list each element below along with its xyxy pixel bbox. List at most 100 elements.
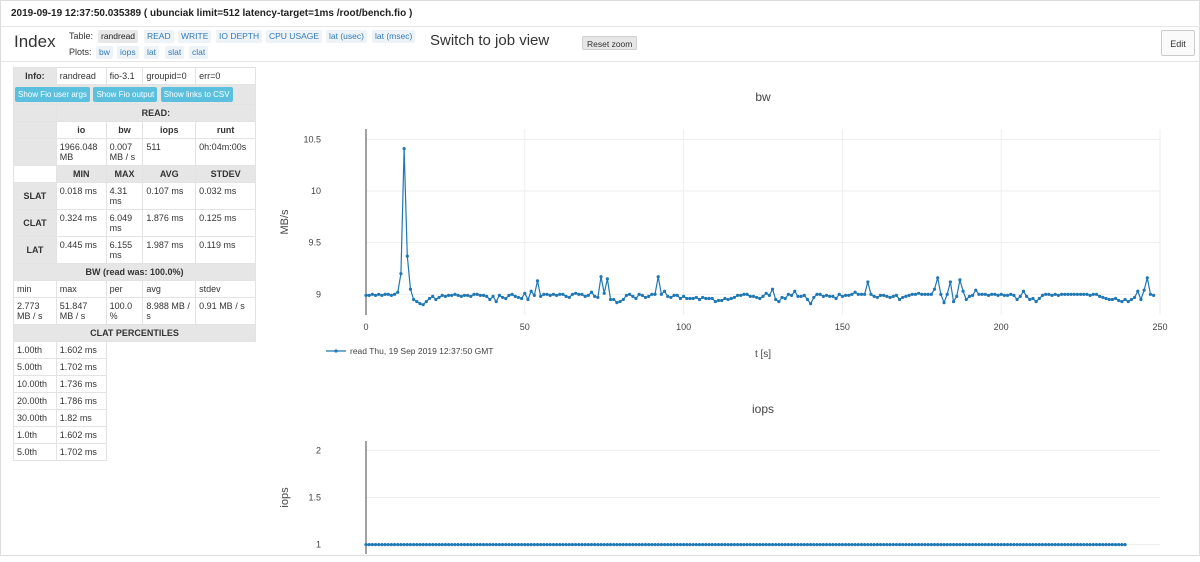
data-point [605,277,609,281]
data-point [554,542,559,547]
data-point [1091,292,1095,296]
data-point [669,542,673,547]
data-point [621,542,625,547]
table-tab-write[interactable]: WRITE [178,30,212,43]
data-point [373,293,378,297]
clat-percentiles-title: CLAT PERCENTILES [13,324,256,342]
read-value: 0h:04m:00s [195,138,256,166]
data-point [882,293,886,297]
data-point [542,542,546,547]
data-point [488,542,492,547]
data-point [437,542,441,547]
data-point [653,292,657,296]
data-point [1075,542,1080,547]
data-point [678,542,683,547]
data-point [885,294,889,298]
data-point [631,542,635,547]
data-point [920,292,924,296]
data-point [1066,542,1070,547]
data-point [694,295,698,300]
table-tab-lat-usec[interactable]: lat (usec) [326,30,367,43]
percentile-row: 1.0th 1.602 ms [13,426,256,444]
data-point [491,542,495,547]
info-button-row: Show Fio user args Show Fio output Show … [13,84,256,105]
data-point [586,293,590,297]
table-label: Table: [69,31,94,41]
info-table: Info: randread fio-3.1 groupid=0 err=0 S… [13,67,257,461]
data-point [907,542,911,547]
data-point [1063,542,1067,547]
show-fio-output-button[interactable]: Show Fio output [93,87,158,102]
data-point [491,294,495,298]
data-point [535,279,540,283]
data-point [897,542,902,547]
data-point [863,542,867,547]
clat-percentiles-body: 1.00th 1.602 ms 5.00th 1.702 ms 10.00th 1.736… [13,341,256,461]
table-tab-randread[interactable]: randread [98,30,139,43]
data-point [367,542,371,547]
show-fio-user-args-button[interactable]: Show Fio user args [15,87,90,102]
data-point [1139,297,1143,302]
data-point [383,292,387,296]
data-point [955,542,959,547]
plot-link-slat[interactable]: slat [165,46,185,59]
data-point [373,542,378,547]
data-point [647,294,651,298]
data-point [453,542,457,547]
data-point [996,542,1000,547]
edit-button[interactable]: Edit [1161,30,1195,56]
data-point [894,293,898,297]
y-tick-label: 2 [316,445,321,455]
data-point [377,542,381,547]
lat-cell: 0.125 ms [195,209,256,237]
data-point [1123,542,1127,547]
data-point [380,293,384,297]
data-point [732,295,737,300]
data-point [805,297,810,302]
data-point [869,292,873,296]
y-axis-label: MB/s [279,209,291,235]
data-point [386,542,390,547]
data-point [1015,542,1019,547]
data-point [1015,297,1019,302]
bw-header: stdev [195,280,256,298]
data-point [885,542,889,547]
iops-chart-svg[interactable]: iops 1 1.5 2 iops [271,391,1191,557]
bw-chart[interactable]: bw 0 50 100 150 200 250 9 9.5 10 10.5 MB/s t [s] read… [271,79,1191,369]
data-point [980,292,984,296]
table-tab-read[interactable]: READ [144,30,174,43]
data-point [666,294,670,298]
data-point [739,542,743,547]
iops-chart[interactable]: iops 1 1.5 2 iops [271,391,1191,557]
data-point [948,280,952,284]
plot-link-iops[interactable]: iops [117,46,139,59]
table-tab-io-depth[interactable]: IO DEPTH [216,30,263,43]
plot-link-bw[interactable]: bw [96,46,113,59]
data-point [408,287,413,291]
table-tab-lat-msec[interactable]: lat (msec) [372,30,416,43]
bw-chart-svg[interactable]: bw 0 50 100 150 200 250 9 9.5 10 10.5 MB/s t [s] read… [271,79,1191,369]
data-point [983,292,987,296]
data-point [634,296,638,301]
data-point [917,542,921,547]
plot-link-clat[interactable]: clat [189,46,209,59]
data-point [551,542,555,547]
reset-zoom-button[interactable]: Reset zoom [582,36,638,50]
plot-link-lat[interactable]: lat [144,46,159,59]
data-point [612,297,616,302]
data-point [859,292,864,296]
data-point [647,542,651,547]
data-point [1056,542,1060,547]
switch-to-job-view-link[interactable]: Switch to job view [430,32,549,49]
data-point [1037,296,1041,301]
data-point [777,299,781,304]
table-tab-cpu-usage[interactable]: CPU USAGE [266,30,323,43]
data-point [812,542,816,547]
data-point [999,542,1003,547]
x-tick-label: 0 [363,322,368,332]
show-links-to-csv-button[interactable]: Show links to CSV [160,87,233,102]
data-point [859,542,864,547]
data-point [526,297,530,302]
brand-index-link[interactable]: Index [14,32,56,52]
data-point [777,542,781,547]
